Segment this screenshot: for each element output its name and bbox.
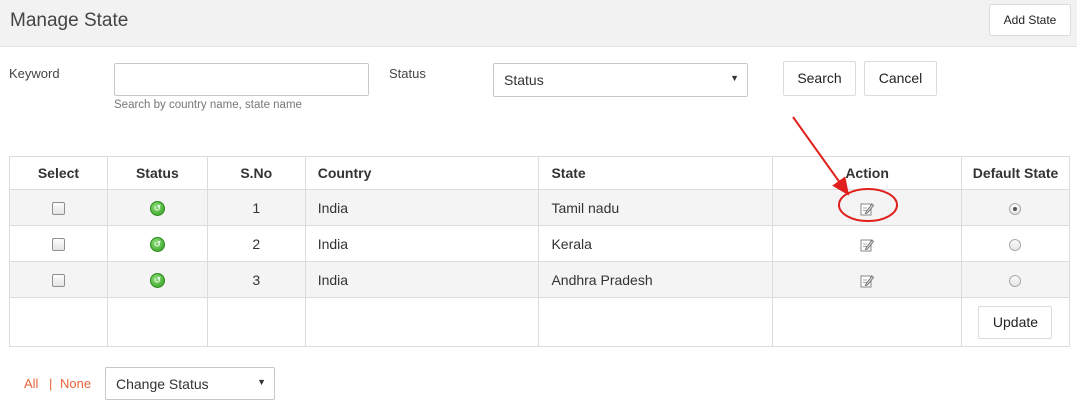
- row-country: India: [304, 225, 540, 262]
- table-row: ↺ 2 India Kerala: [9, 225, 1071, 262]
- status-select[interactable]: Status ▼: [493, 63, 748, 97]
- keyword-input[interactable]: [114, 63, 369, 96]
- table-row: ↺ 3 India Andhra Pradesh: [9, 261, 1071, 298]
- row-sno: 2: [206, 225, 306, 262]
- default-state-radio[interactable]: [1009, 238, 1022, 251]
- link-separator: |: [49, 376, 53, 391]
- edit-icon[interactable]: [860, 274, 875, 288]
- column-header-state: State: [538, 156, 774, 190]
- column-header-default-state: Default State: [960, 156, 1071, 190]
- default-state-radio[interactable]: [1009, 274, 1022, 287]
- edit-icon[interactable]: [860, 202, 875, 216]
- status-active-icon[interactable]: ↺: [149, 200, 165, 216]
- table-footer-row: Update: [9, 297, 1071, 347]
- column-header-select: Select: [9, 156, 108, 190]
- search-button[interactable]: Search: [783, 61, 856, 96]
- column-header-country: Country: [304, 156, 540, 190]
- row-checkbox[interactable]: [51, 238, 65, 252]
- select-all-link[interactable]: All: [24, 376, 38, 391]
- status-active-icon[interactable]: ↺: [149, 272, 165, 288]
- page-title: Manage State: [10, 10, 129, 31]
- row-state: Tamil nadu: [538, 189, 774, 226]
- row-state: Andhra Pradesh: [538, 261, 774, 298]
- table-header-row: Select Status S.No Country State Action …: [9, 156, 1071, 190]
- change-status-select-value: Change Status: [116, 376, 209, 392]
- cancel-button[interactable]: Cancel: [864, 61, 937, 96]
- keyword-hint: Search by country name, state name: [114, 99, 302, 111]
- chevron-down-icon: ▼: [257, 377, 266, 387]
- row-country: India: [304, 189, 540, 226]
- default-state-radio[interactable]: [1009, 202, 1022, 215]
- table-row: ↺ 1 India Tamil nadu: [9, 189, 1071, 226]
- row-country: India: [304, 261, 540, 298]
- row-sno: 1: [206, 189, 306, 226]
- add-state-button[interactable]: Add State: [989, 4, 1071, 36]
- keyword-label: Keyword: [9, 66, 60, 81]
- states-table: Select Status S.No Country State Action …: [9, 156, 1071, 347]
- chevron-down-icon: ▼: [730, 73, 739, 83]
- status-active-icon[interactable]: ↺: [149, 236, 165, 252]
- row-sno: 3: [206, 261, 306, 298]
- status-label: Status: [389, 66, 426, 81]
- page-header: Manage State Add State: [0, 0, 1077, 47]
- change-status-select[interactable]: Change Status ▼: [105, 367, 275, 400]
- select-none-link[interactable]: None: [60, 376, 91, 391]
- row-checkbox[interactable]: [51, 274, 65, 288]
- column-header-sno: S.No: [206, 156, 306, 190]
- status-select-value: Status: [504, 72, 544, 88]
- column-header-status: Status: [106, 156, 208, 190]
- edit-icon[interactable]: [860, 238, 875, 252]
- row-checkbox[interactable]: [51, 202, 65, 216]
- update-button[interactable]: Update: [978, 305, 1053, 339]
- column-header-action: Action: [772, 156, 962, 190]
- row-state: Kerala: [538, 225, 774, 262]
